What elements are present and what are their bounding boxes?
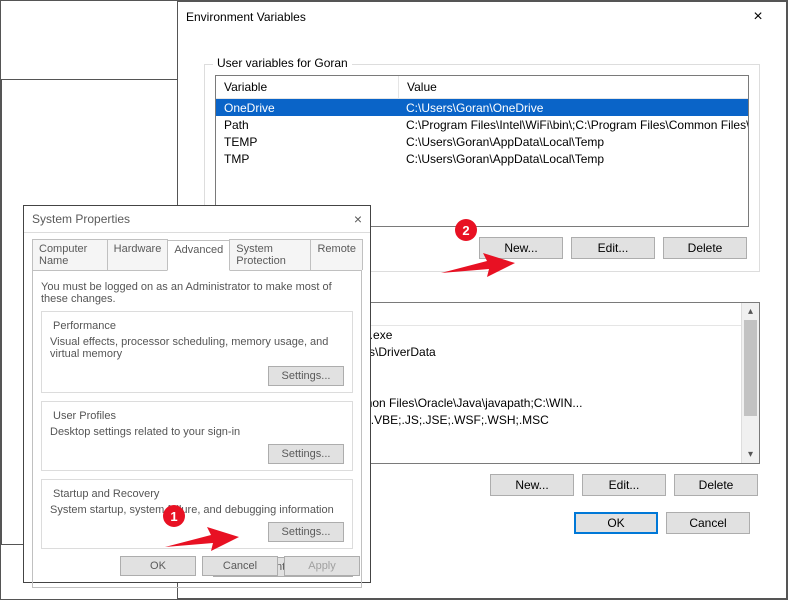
env-cancel-button[interactable]: Cancel [666,512,750,534]
table-row[interactable]: TMPC:\Users\Goran\AppData\Local\Temp [216,150,748,167]
user-profiles-legend: User Profiles [50,410,119,422]
user-profiles-settings-button[interactable]: Settings... [268,444,344,464]
env-title-text: Environment Variables [186,10,306,24]
performance-desc: Visual effects, processor scheduling, me… [50,336,344,360]
user-profiles-group: User Profiles Desktop settings related t… [41,401,353,471]
sysprops-title-text: System Properties [32,212,130,226]
user-new-button[interactable]: New... [479,237,563,259]
close-icon[interactable]: × [354,211,362,227]
tab-system-protection[interactable]: System Protection [229,239,311,270]
cell-value: C:\Users\Goran\AppData\Local\Temp [398,134,748,150]
cell-variable: TEMP [216,134,398,150]
tab-advanced[interactable]: Advanced [167,240,230,271]
tab-computer-name[interactable]: Computer Name [32,239,108,270]
advanced-tab-panel: You must be logged on as an Administrato… [32,270,362,588]
sys-edit-button[interactable]: Edit... [582,474,666,496]
scroll-down-icon[interactable]: ▾ [742,446,759,463]
cell-variable: Path [216,117,398,133]
startup-settings-button[interactable]: Settings... [268,522,344,542]
cell-variable: OneDrive [216,100,398,116]
performance-legend: Performance [50,320,119,332]
sysprops-apply-button[interactable]: Apply [284,556,360,576]
performance-settings-button[interactable]: Settings... [268,366,344,386]
sys-scrollbar[interactable]: ▴ ▾ [741,303,759,463]
screenshot-canvas: OK Environment Variables × User variable… [0,0,788,600]
startup-recovery-group: Startup and Recovery System startup, sys… [41,479,353,549]
performance-group: Performance Visual effects, processor sc… [41,311,353,393]
cell-value: C:\Program Files\Intel\WiFi\bin\;C:\Prog… [398,117,748,133]
scroll-thumb[interactable] [744,320,757,416]
sysprops-tabs: Computer Name Hardware Advanced System P… [32,239,362,270]
scroll-up-icon[interactable]: ▴ [742,303,759,320]
startup-legend: Startup and Recovery [50,488,162,500]
user-edit-button[interactable]: Edit... [571,237,655,259]
cell-value: C:\Users\Goran\AppData\Local\Temp [398,151,748,167]
table-row[interactable]: OneDriveC:\Users\Goran\OneDrive [216,99,748,116]
table-row[interactable]: PathC:\Program Files\Intel\WiFi\bin\;C:\… [216,116,748,133]
sysprops-titlebar[interactable]: System Properties × [24,206,370,233]
user-delete-button[interactable]: Delete [663,237,747,259]
col-variable[interactable]: Variable [216,76,399,98]
env-titlebar[interactable]: Environment Variables × [178,2,786,32]
close-icon[interactable]: × [738,8,778,26]
sys-delete-button[interactable]: Delete [674,474,758,496]
col-value[interactable]: Value [399,76,748,98]
env-ok-button[interactable]: OK [574,512,658,534]
startup-desc: System startup, system failure, and debu… [50,504,344,516]
sysprops-ok-button[interactable]: OK [120,556,196,576]
sys-new-button[interactable]: New... [490,474,574,496]
sysprops-cancel-button[interactable]: Cancel [202,556,278,576]
user-profiles-desc: Desktop settings related to your sign-in [50,426,344,438]
user-variables-legend: User variables for Goran [213,56,352,70]
admin-note: You must be logged on as an Administrato… [41,281,353,305]
user-table-header: Variable Value [216,76,748,99]
cell-variable: TMP [216,151,398,167]
tab-remote[interactable]: Remote [310,239,363,270]
cell-value: C:\Users\Goran\OneDrive [398,100,748,116]
tab-hardware[interactable]: Hardware [107,239,169,270]
system-properties-dialog: System Properties × Computer Name Hardwa… [23,205,371,583]
table-row[interactable]: TEMPC:\Users\Goran\AppData\Local\Temp [216,133,748,150]
